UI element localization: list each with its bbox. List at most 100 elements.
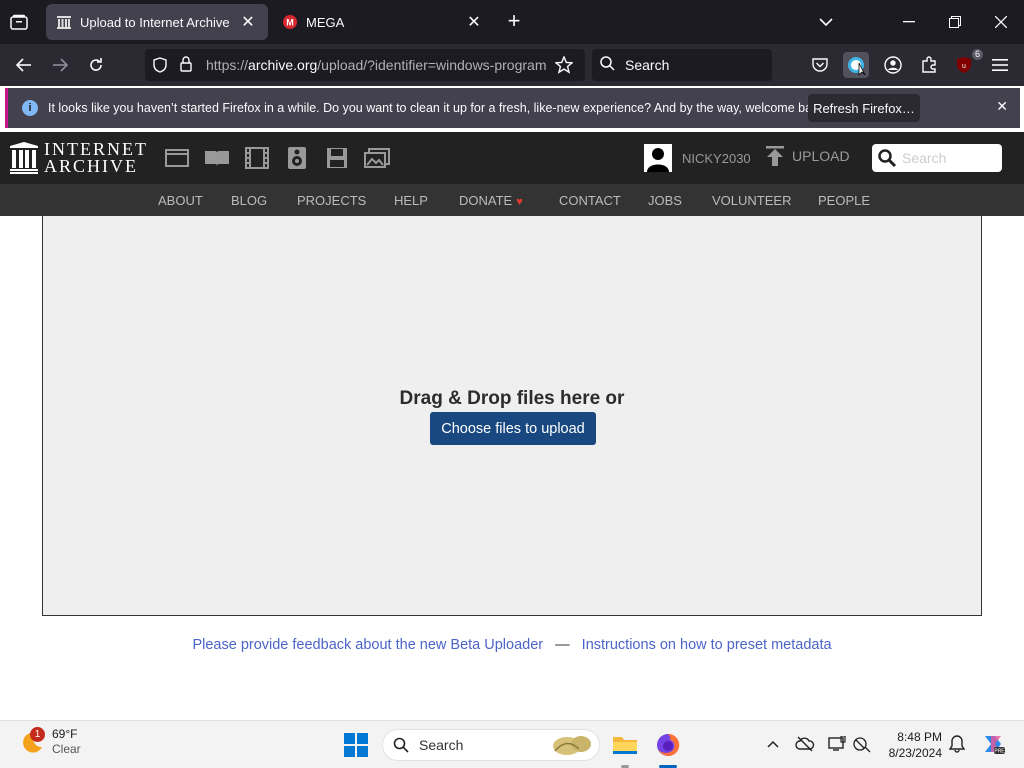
nav-volunteer[interactable]: VOLUNTEER — [712, 193, 791, 208]
windows-start-icon[interactable] — [340, 729, 372, 761]
back-icon[interactable] — [11, 52, 37, 78]
chevron-up-icon[interactable] — [762, 733, 784, 755]
onedrive-cloud-icon[interactable] — [794, 733, 816, 755]
audio-speaker-icon[interactable] — [284, 146, 310, 170]
archive-search-input[interactable]: Search — [872, 144, 1002, 172]
info-icon: i — [22, 100, 38, 116]
vpn-extension-icon[interactable] — [843, 52, 869, 78]
search-icon — [878, 149, 896, 167]
tab-mega[interactable]: M MEGA ✕ — [272, 4, 494, 40]
nav-blog[interactable]: BLOG — [231, 193, 267, 208]
svg-text:u: u — [962, 63, 966, 70]
uploader-footer-links: Please provide feedback about the new Be… — [0, 637, 1024, 653]
restore-icon[interactable] — [943, 10, 967, 34]
notification-message: It looks like you haven’t started Firefo… — [48, 101, 829, 115]
weather-moon-icon: 1 — [18, 727, 45, 755]
nav-jobs[interactable]: JOBS — [648, 193, 682, 208]
tracking-protection-shield-icon[interactable] — [153, 57, 167, 78]
tab-list-icon[interactable] — [8, 11, 30, 33]
windows-taskbar: 1 69°F Clear Search 8:48 PM 8/23/2024 PR… — [0, 720, 1024, 768]
weather-condition: Clear — [52, 742, 81, 756]
account-icon[interactable] — [880, 52, 906, 78]
new-tab-icon[interactable]: + — [503, 10, 525, 33]
internet-archive-logo[interactable]: INTERNET ARCHIVE — [10, 140, 148, 176]
extension-badge-count: 6 — [971, 49, 983, 60]
forward-icon[interactable] — [47, 52, 73, 78]
notification-bell-icon[interactable] — [946, 733, 968, 755]
file-explorer-icon[interactable] — [609, 729, 641, 761]
system-clock[interactable]: 8:48 PM 8/23/2024 — [880, 729, 942, 761]
tab-upload-internet-archive[interactable]: Upload to Internet Archive ✕ — [46, 4, 268, 40]
close-tab-icon[interactable]: ✕ — [464, 12, 484, 32]
mega-icon: M — [282, 14, 298, 30]
images-icon[interactable] — [364, 146, 390, 170]
search-icon — [393, 737, 409, 753]
avatar — [644, 144, 672, 172]
nav-about[interactable]: ABOUT — [158, 193, 203, 208]
instructions-link[interactable]: Instructions on how to preset metadata — [582, 637, 832, 653]
taskbar-search-label: Search — [419, 737, 464, 753]
lock-icon[interactable] — [180, 56, 192, 77]
username: NICKY2030 — [682, 150, 751, 166]
texts-book-icon[interactable] — [204, 146, 230, 170]
nav-contact[interactable]: CONTACT — [559, 193, 621, 208]
svg-text:PRE: PRE — [994, 749, 1005, 755]
chevron-down-icon[interactable] — [814, 10, 838, 34]
nav-projects[interactable]: PROJECTS — [297, 193, 366, 208]
search-highlight-icon — [553, 736, 591, 755]
svg-text:M: M — [286, 18, 294, 28]
feedback-link[interactable]: Please provide feedback about the new Be… — [192, 637, 543, 653]
address-bar[interactable]: https://archive.org/upload/?identifier=w… — [145, 49, 585, 81]
upload-link[interactable]: UPLOAD — [766, 146, 850, 166]
extensions-puzzle-icon[interactable] — [916, 52, 942, 78]
web-icon[interactable] — [164, 146, 190, 170]
nav-donate-wrap[interactable]: DONATE ♥ — [459, 193, 523, 208]
close-window-icon[interactable] — [989, 10, 1013, 34]
tab-title: MEGA — [306, 14, 345, 30]
weather-temp: 69°F — [52, 727, 78, 741]
bookmark-star-icon[interactable] — [554, 55, 574, 79]
archive-header: INTERNET ARCHIVE NICKY2030 UPLOAD Search — [0, 132, 1024, 184]
separator: — — [555, 637, 570, 653]
upload-arrow-icon — [766, 146, 784, 166]
search-icon — [600, 56, 615, 74]
logo-line2: ARCHIVE — [44, 156, 138, 176]
display-icon[interactable] — [826, 733, 848, 755]
browser-search-bar[interactable]: Search — [592, 49, 772, 81]
clock-date: 8/23/2024 — [888, 746, 942, 760]
clock-time: 8:48 PM — [897, 730, 942, 744]
copilot-icon[interactable]: PRE — [980, 731, 1006, 757]
nav-help[interactable]: HELP — [394, 193, 428, 208]
heart-icon: ♥ — [516, 196, 523, 208]
firefox-refresh-notification: i It looks like you haven’t started Fire… — [5, 88, 1020, 128]
drop-zone-text: Drag & Drop files here or — [399, 388, 625, 409]
url-text: https://archive.org/upload/?identifier=w… — [206, 57, 546, 73]
weather-widget[interactable]: 1 69°F Clear — [18, 727, 81, 757]
upload-drop-zone[interactable]: Drag & Drop files here or Choose files t… — [42, 216, 982, 616]
firefox-icon[interactable] — [652, 729, 684, 761]
ublock-extension-icon[interactable]: u 6 — [951, 49, 983, 78]
nav-donate[interactable]: DONATE — [459, 193, 512, 208]
refresh-firefox-button[interactable]: Refresh Firefox… — [808, 94, 920, 122]
network-status-icon[interactable] — [851, 733, 873, 755]
archive-subnav: ABOUT BLOG PROJECTS HELP DONATE ♥ CONTACT… — [0, 184, 1024, 216]
nav-people[interactable]: PEOPLE — [818, 193, 870, 208]
user-menu[interactable]: NICKY2030 — [644, 144, 751, 172]
search-placeholder: Search — [902, 150, 947, 166]
tab-title: Upload to Internet Archive — [80, 14, 230, 30]
logo-wordmark: INTERNET ARCHIVE — [44, 140, 148, 176]
choose-files-button[interactable]: Choose files to upload — [430, 412, 596, 445]
software-floppy-icon[interactable] — [324, 146, 350, 170]
tab-strip: Upload to Internet Archive ✕ M MEGA ✕ + — [0, 0, 1024, 44]
close-tab-icon[interactable]: ✕ — [238, 12, 258, 32]
pocket-icon[interactable] — [807, 52, 833, 78]
close-icon[interactable]: ✕ — [996, 98, 1008, 115]
upload-label: UPLOAD — [792, 148, 850, 164]
search-placeholder: Search — [625, 57, 670, 73]
video-film-icon[interactable] — [244, 146, 270, 170]
minimize-icon[interactable] — [897, 10, 921, 34]
taskbar-search[interactable]: Search — [382, 729, 600, 761]
reload-icon[interactable] — [83, 52, 109, 78]
menu-hamburger-icon[interactable] — [987, 52, 1013, 78]
weather-badge: 1 — [30, 727, 45, 742]
